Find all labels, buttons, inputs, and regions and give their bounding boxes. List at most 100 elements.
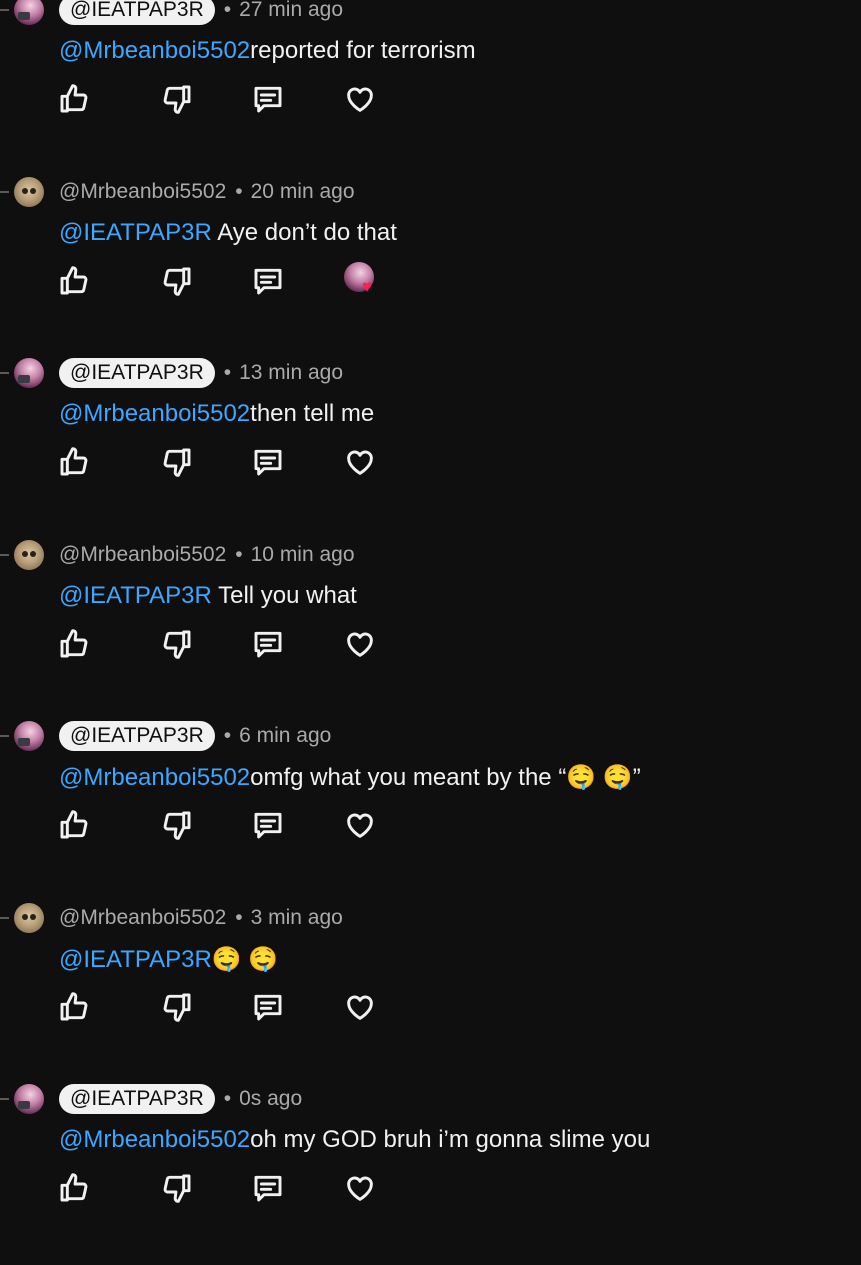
- thumbs-down-button[interactable]: [161, 809, 193, 841]
- thumbs-down-button[interactable]: [161, 991, 193, 1023]
- thumbs-up-button[interactable]: [58, 991, 90, 1023]
- reply-icon: [252, 86, 284, 119]
- thumbs-down-button[interactable]: [161, 83, 193, 115]
- avatar[interactable]: [14, 721, 44, 751]
- thumbs-up-button[interactable]: [58, 628, 90, 660]
- thumbs-up-icon: [58, 447, 90, 482]
- heart-icon: [344, 632, 376, 664]
- avatar[interactable]: [14, 1084, 44, 1114]
- heart-icon: [344, 995, 376, 1027]
- comment-header: @Mrbeanboi5502 • 20 min ago: [59, 177, 355, 207]
- comment-body: reported for terrorism: [250, 37, 476, 64]
- comment: @Mrbeanboi5502 • 10 min ago @IEATPAP3R Tell…: [0, 539, 861, 721]
- timestamp[interactable]: 3 min ago: [251, 906, 343, 930]
- mention-link[interactable]: @Mrbeanboi5502: [59, 1126, 250, 1153]
- separator-dot: •: [223, 724, 232, 747]
- timestamp[interactable]: 6 min ago: [239, 724, 331, 748]
- timestamp[interactable]: 13 min ago: [239, 361, 343, 385]
- heart-button[interactable]: [344, 1172, 376, 1204]
- comment: @IEATPAP3R • 27 min ago @Mrbeanboi5502repor…: [0, 0, 861, 176]
- thumbs-down-button[interactable]: [161, 446, 193, 478]
- comment-body: omfg what you meant by the “🤤 🤤”: [250, 764, 641, 791]
- heart-button[interactable]: [344, 628, 376, 660]
- timestamp[interactable]: 20 min ago: [251, 180, 355, 204]
- comment-text: @Mrbeanboi5502oh my GOD bruh i’m gonna s…: [59, 1126, 650, 1154]
- thumbs-up-button[interactable]: [58, 1172, 90, 1204]
- mention-link[interactable]: @IEATPAP3R: [59, 946, 212, 973]
- comment-body: Aye don’t do that: [211, 218, 397, 246]
- author-handle[interactable]: @Mrbeanboi5502: [59, 906, 226, 930]
- author-handle[interactable]: @Mrbeanboi5502: [59, 180, 226, 204]
- thumbs-up-icon: [58, 628, 90, 664]
- reply-button[interactable]: [252, 83, 284, 115]
- comment-text: @Mrbeanboi5502then tell me: [59, 400, 374, 428]
- reply-icon: [252, 268, 284, 301]
- thread-connector: [0, 9, 9, 11]
- thumbs-down-button[interactable]: [161, 265, 193, 297]
- thumbs-down-icon: [161, 993, 193, 1027]
- comment-body: then tell me: [250, 400, 375, 427]
- thumbs-up-button[interactable]: [58, 446, 90, 478]
- comment-header: @Mrbeanboi5502 • 10 min ago: [59, 540, 355, 570]
- mention-link[interactable]: @Mrbeanboi5502: [59, 37, 250, 64]
- mention-link[interactable]: @IEATPAP3R: [59, 219, 212, 246]
- comment-text: @IEATPAP3R Tell you what: [59, 582, 357, 610]
- avatar[interactable]: [14, 176, 44, 207]
- mention-link[interactable]: @IEATPAP3R: [59, 582, 212, 609]
- separator-dot: •: [223, 0, 232, 21]
- reply-button[interactable]: [252, 1172, 284, 1204]
- comment: @Mrbeanboi5502 • 20 min ago @IEATPAP3R Aye …: [0, 176, 861, 358]
- separator-dot: •: [235, 905, 243, 929]
- reply-button[interactable]: [252, 809, 284, 841]
- comment-actions: [58, 628, 388, 664]
- avatar[interactable]: [14, 0, 44, 25]
- heart-button[interactable]: [344, 809, 376, 841]
- mention-link[interactable]: @Mrbeanboi5502: [59, 764, 250, 791]
- heart-button[interactable]: [344, 446, 376, 478]
- author-handle[interactable]: @Mrbeanboi5502: [59, 543, 226, 567]
- heart-button[interactable]: [344, 991, 376, 1023]
- thumbs-up-button[interactable]: [58, 809, 90, 841]
- comment-text: @IEATPAP3R Aye don’t do that: [59, 219, 397, 247]
- author-handle[interactable]: @IEATPAP3R: [59, 0, 215, 25]
- comment: @IEATPAP3R • 13 min ago @Mrbeanboi5502then …: [0, 358, 861, 539]
- reply-icon: [252, 994, 284, 1027]
- reply-button[interactable]: [252, 628, 284, 660]
- thread-connector: [0, 190, 9, 193]
- timestamp[interactable]: 27 min ago: [239, 0, 343, 22]
- thumbs-down-icon: [161, 448, 193, 482]
- avatar[interactable]: [14, 539, 44, 570]
- red-heart-icon: ♥: [362, 276, 373, 296]
- mention-link[interactable]: @Mrbeanboi5502: [59, 400, 250, 427]
- author-handle[interactable]: @IEATPAP3R: [59, 1084, 215, 1114]
- comment-header: @Mrbeanboi5502 • 3 min ago: [59, 903, 343, 933]
- timestamp[interactable]: 0s ago: [239, 1087, 302, 1111]
- thumbs-up-icon: [58, 265, 90, 301]
- author-handle[interactable]: @IEATPAP3R: [59, 721, 215, 751]
- thumbs-down-button[interactable]: [161, 628, 193, 660]
- reply-button[interactable]: [252, 991, 284, 1023]
- heart-button[interactable]: [344, 83, 376, 115]
- comment-text: @Mrbeanboi5502reported for terrorism: [59, 37, 476, 65]
- avatar[interactable]: [14, 902, 44, 933]
- thumbs-up-button[interactable]: [58, 265, 90, 297]
- thumbs-down-button[interactable]: [161, 1172, 193, 1204]
- thumbs-down-icon: [161, 630, 193, 664]
- separator-dot: •: [223, 1087, 232, 1110]
- reply-button[interactable]: [252, 265, 284, 297]
- creator-heart-badge[interactable]: ♥: [344, 261, 384, 302]
- separator-dot: •: [235, 179, 243, 203]
- comment: @IEATPAP3R • 0s ago @Mrbeanboi5502oh my GOD…: [0, 1084, 861, 1265]
- heart-icon: [344, 450, 376, 482]
- comment-actions: [58, 1172, 388, 1208]
- reply-icon: [252, 631, 284, 664]
- heart-icon: [344, 87, 376, 119]
- author-handle[interactable]: @IEATPAP3R: [59, 358, 215, 388]
- comment-header: @IEATPAP3R • 27 min ago: [59, 0, 343, 25]
- avatar[interactable]: [14, 358, 44, 388]
- heart-icon: [344, 813, 376, 845]
- comment-text: @Mrbeanboi5502omfg what you meant by the…: [59, 763, 641, 792]
- reply-button[interactable]: [252, 446, 284, 478]
- thumbs-up-button[interactable]: [58, 83, 90, 115]
- timestamp[interactable]: 10 min ago: [251, 543, 355, 567]
